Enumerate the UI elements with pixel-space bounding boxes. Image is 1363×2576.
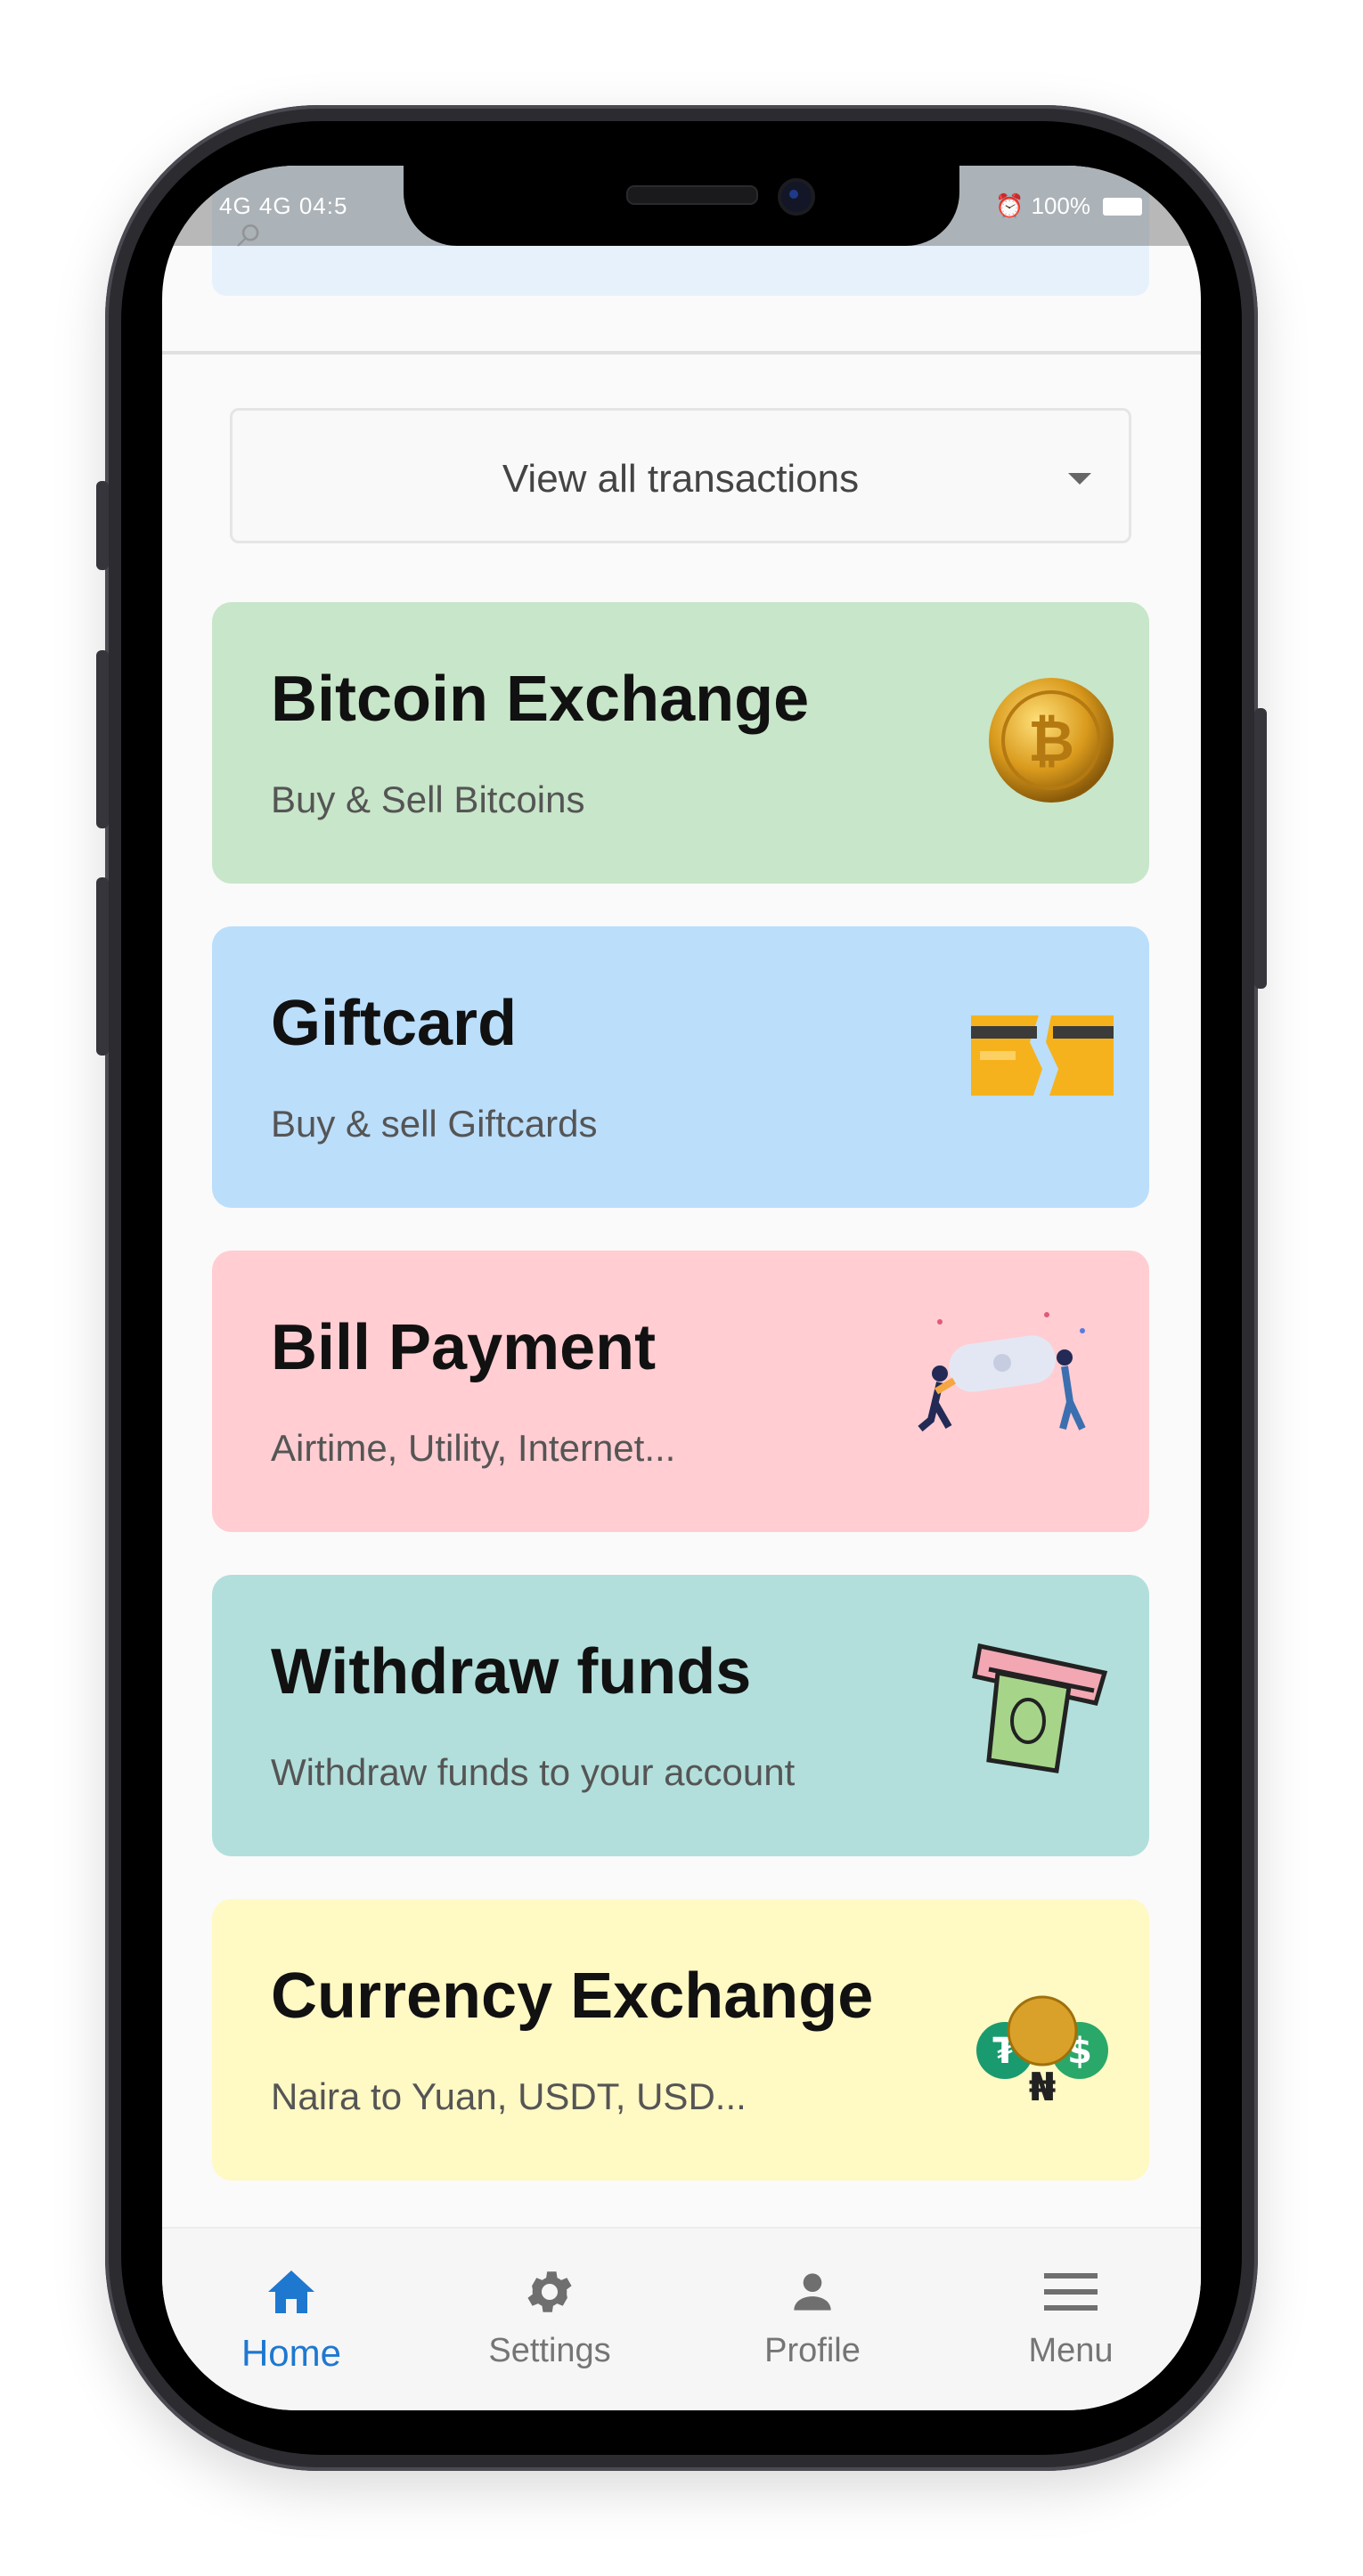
alarm-icon: ⏰ xyxy=(995,192,1024,219)
transactions-filter-dropdown[interactable]: View all transactions xyxy=(230,408,1131,543)
card-title: Bill Payment xyxy=(271,1312,657,1383)
app-screen: 4G 4G 04:5 ⏰ 100% ⌕ View all transaction… xyxy=(162,166,1201,2410)
svg-text:₦: ₦ xyxy=(1029,2065,1057,2110)
front-camera xyxy=(778,178,815,216)
hamburger-menu-icon xyxy=(991,2261,1151,2323)
status-right: ⏰ 100% xyxy=(995,192,1142,220)
card-bill-payment[interactable]: Bill Payment Airtime, Utility, Internet.… xyxy=(212,1251,1149,1532)
speaker-grille xyxy=(626,185,758,205)
card-giftcard[interactable]: Giftcard Buy & sell Giftcards xyxy=(212,926,1149,1208)
battery-percentage: 100% xyxy=(1031,192,1091,219)
nav-menu[interactable]: Menu xyxy=(991,2261,1151,2370)
card-bitcoin-exchange[interactable]: Bitcoin Exchange Buy & Sell Bitcoins ₿ xyxy=(212,602,1149,884)
card-subtitle: Buy & Sell Bitcoins xyxy=(271,779,585,820)
card-title: Bitcoin Exchange xyxy=(271,664,810,735)
card-withdraw-funds[interactable]: Withdraw funds Withdraw funds to your ac… xyxy=(212,1575,1149,1856)
battery-icon xyxy=(1103,197,1142,216)
nav-label-settings: Settings xyxy=(488,2332,611,2369)
card-subtitle: Naira to Yuan, USDT, USD... xyxy=(271,2075,747,2117)
nav-label-profile: Profile xyxy=(764,2332,861,2369)
home-icon xyxy=(211,2261,371,2323)
card-currency-exchange[interactable]: Currency Exchange Naira to Yuan, USDT, U… xyxy=(212,1899,1149,2181)
side-button-power xyxy=(1254,708,1267,989)
bill-payment-illustration xyxy=(918,1312,1086,1432)
card-title: Giftcard xyxy=(271,988,518,1059)
nav-label-menu: Menu xyxy=(1028,2332,1114,2369)
gear-icon xyxy=(469,2261,630,2323)
person-icon xyxy=(732,2261,893,2323)
nav-home[interactable]: Home xyxy=(211,2261,371,2375)
section-divider xyxy=(162,351,1201,355)
side-button-volume-down xyxy=(96,877,109,1056)
notch xyxy=(404,166,959,246)
bottom-navigation: Home Settings Profile Menu xyxy=(162,2227,1201,2410)
chevron-down-icon xyxy=(1068,473,1091,485)
card-subtitle: Withdraw funds to your account xyxy=(271,1751,796,1793)
nav-settings[interactable]: Settings xyxy=(469,2261,630,2370)
bitcoin-coin-icon: ₿ xyxy=(989,678,1114,803)
transactions-filter-label: View all transactions xyxy=(502,457,860,501)
status-signal-time: 4G 4G 04:5 xyxy=(219,192,348,219)
nav-profile[interactable]: Profile xyxy=(732,2261,893,2370)
card-title: Withdraw funds xyxy=(271,1636,752,1708)
card-subtitle: Buy & sell Giftcards xyxy=(271,1103,598,1145)
giftcard-icon xyxy=(971,1015,1114,1096)
side-button-volume-up xyxy=(96,650,109,828)
svg-text:₿: ₿ xyxy=(1028,709,1074,775)
card-subtitle: Airtime, Utility, Internet... xyxy=(271,1427,676,1469)
nav-label-home: Home xyxy=(241,2332,342,2374)
currency-exchange-icon: ₮ $ ₦ xyxy=(976,1995,1108,2110)
cash-withdraw-icon xyxy=(972,1643,1108,1773)
side-button-mute xyxy=(96,481,109,570)
card-title: Currency Exchange xyxy=(271,1961,874,2032)
